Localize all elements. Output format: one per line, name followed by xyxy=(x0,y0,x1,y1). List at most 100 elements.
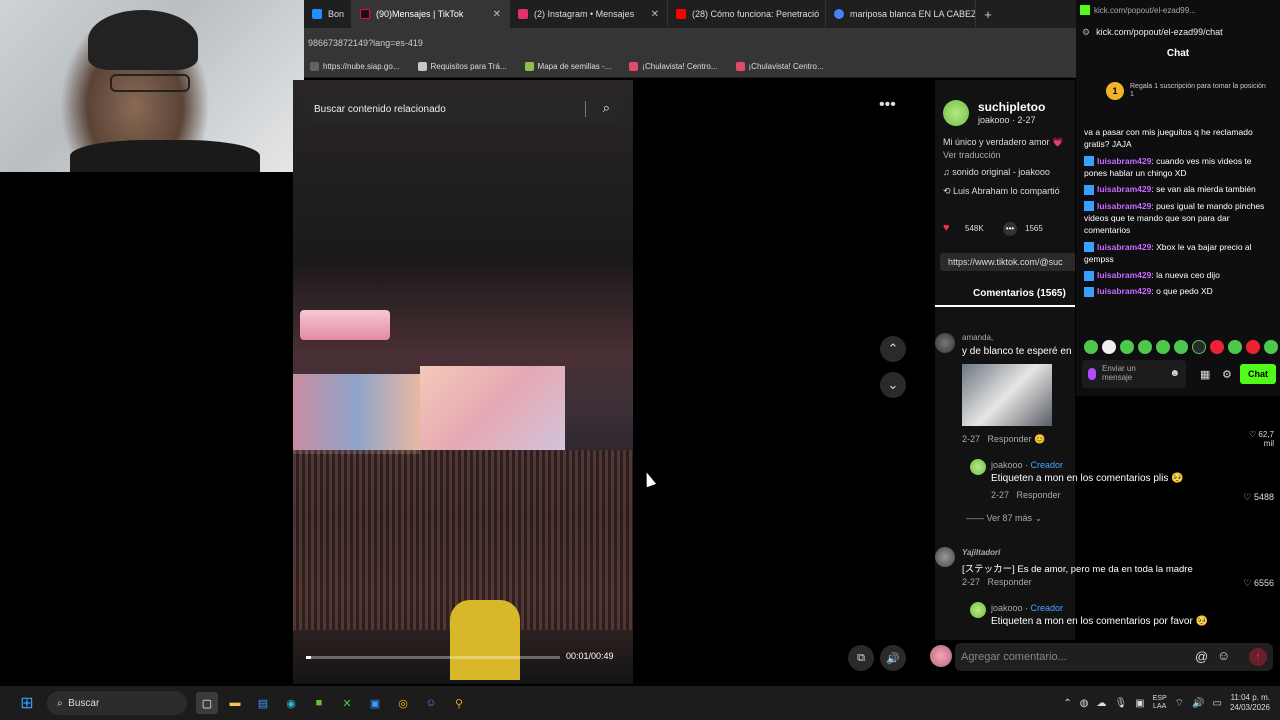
chat-username[interactable]: luisabram429 xyxy=(1097,184,1151,194)
cloud-icon[interactable]: ☁ xyxy=(1096,698,1106,709)
emoji-icon[interactable]: ☻ xyxy=(1169,368,1180,379)
clock[interactable]: 11:04 p. m. 24/03/2026 xyxy=(1230,693,1270,712)
tab-2[interactable]: (90)Mensajes | TikTok ✕ xyxy=(352,0,510,28)
reply-avatar[interactable] xyxy=(970,459,986,475)
reply-author[interactable]: joakooo xyxy=(991,460,1023,470)
comment-image[interactable] xyxy=(962,364,1052,426)
my-avatar[interactable] xyxy=(930,645,952,667)
chat-send-button[interactable]: Chat xyxy=(1240,364,1276,384)
store-icon[interactable]: ▤ xyxy=(252,692,274,714)
view-more-replies[interactable]: —— Ver 87 más ⌄ xyxy=(966,513,1042,524)
chevron-down-icon[interactable]: ⌄ xyxy=(880,372,906,398)
sound-row[interactable]: ♫ sonido original - joakooo xyxy=(943,167,1050,177)
emote-icon[interactable] xyxy=(1210,340,1224,354)
author-avatar[interactable] xyxy=(943,100,969,126)
xbox-icon[interactable]: ✕ xyxy=(336,692,358,714)
comment-likes[interactable]: ♡ 6556 xyxy=(1230,578,1274,589)
reply-author[interactable]: joakooo xyxy=(991,603,1023,613)
taskbar-search[interactable]: ⌕ Buscar xyxy=(47,691,187,715)
bookmark-item[interactable]: ¡Chulavista! Centro... xyxy=(629,62,718,71)
chrome-icon[interactable]: ◎ xyxy=(392,692,414,714)
emote-icon[interactable] xyxy=(1138,340,1152,354)
emote-icon[interactable] xyxy=(1084,340,1098,354)
chat-username[interactable]: luisabram429 xyxy=(1097,270,1151,280)
emote-icon[interactable] xyxy=(1246,340,1260,354)
kick-address-bar[interactable]: ⚙ kick.com/popout/el-ezad99/chat xyxy=(1076,20,1280,44)
discord-icon[interactable]: ☺ xyxy=(420,692,442,714)
tab-3[interactable]: (2) Instagram • Mensajes ✕ xyxy=(510,0,668,28)
gift-sub-text[interactable]: Regala 1 suscripción para tomar la posic… xyxy=(1130,83,1270,100)
emote-icon[interactable] xyxy=(1264,340,1278,354)
heart-icon[interactable]: ♥ xyxy=(943,222,950,234)
wifi-icon[interactable]: ⌔ xyxy=(1175,697,1184,710)
bookmark-item[interactable]: Mapa de semillas -... xyxy=(524,62,611,71)
comment-likes[interactable]: ♡ 62,7 mil xyxy=(1238,430,1274,448)
tab-1[interactable]: Bon ✕ xyxy=(304,0,352,28)
related-search-input[interactable]: Buscar contenido relacionado ⌕ xyxy=(306,96,622,122)
emote-icon[interactable] xyxy=(1102,340,1116,354)
volume-icon[interactable]: 🔊 xyxy=(1192,698,1204,709)
mention-icon[interactable]: @ xyxy=(1195,649,1208,664)
tray-app-icon[interactable]: ▣ xyxy=(1135,698,1144,709)
reply-avatar[interactable] xyxy=(970,602,986,618)
comment-avatar[interactable] xyxy=(935,547,955,567)
tab-5[interactable]: mariposa blanca EN LA CABEZ ✕ xyxy=(826,0,976,28)
chat-username[interactable]: luisabram429 xyxy=(1097,201,1151,211)
file-explorer-icon[interactable]: ▬ xyxy=(224,692,246,714)
add-comment-input[interactable]: Agregar comentario... @ ☺ ↑ xyxy=(955,643,1273,671)
comment-author[interactable]: amanda, xyxy=(962,333,993,342)
language-indicator[interactable]: ESP LAA xyxy=(1153,695,1167,710)
chat-message-input[interactable]: Enviar un mensaje ☻ xyxy=(1082,360,1186,388)
comment-author[interactable]: Yajiltadori xyxy=(962,548,1000,557)
search-icon[interactable]: ⌕ xyxy=(603,100,610,116)
post-link-field[interactable]: https://www.tiktok.com/@suc xyxy=(940,253,1075,271)
gift-rank-icon: 1 xyxy=(1106,82,1124,100)
task-view-icon[interactable]: ▢ xyxy=(196,692,218,714)
volume-icon[interactable]: 🔊 xyxy=(880,645,906,671)
emote-icon[interactable] xyxy=(1228,340,1242,354)
bookmark-item[interactable]: ¡Chulavista! Centro... xyxy=(735,62,824,71)
chat-username[interactable]: luisabram429 xyxy=(1097,286,1151,296)
comment-avatar[interactable] xyxy=(935,333,955,353)
reply-button[interactable]: Responder xyxy=(988,577,1032,587)
translate-link[interactable]: Ver traducción xyxy=(943,150,1001,160)
chevron-up-icon[interactable]: ⌃ xyxy=(1063,698,1071,709)
close-icon[interactable]: ✕ xyxy=(651,9,659,20)
minecraft-icon[interactable]: ■ xyxy=(308,692,330,714)
reply-button[interactable]: Responder xyxy=(988,434,1032,444)
microphone-icon[interactable]: 🎙 xyxy=(1114,698,1127,709)
new-tab-button[interactable]: + xyxy=(976,7,1000,22)
edge-icon[interactable]: ◉ xyxy=(280,692,302,714)
emote-icon[interactable] xyxy=(1192,340,1206,354)
emoji-icon[interactable]: ☺ xyxy=(1217,648,1230,663)
tab-comments[interactable]: Comentarios (1565) xyxy=(973,288,1066,299)
obs-icon[interactable]: ⚲ xyxy=(448,692,470,714)
address-bar[interactable]: 986673872149?lang=es-419 xyxy=(304,28,1076,56)
battery-icon[interactable]: ▭ xyxy=(1213,698,1222,709)
gear-icon[interactable]: ⚙ xyxy=(1222,368,1232,381)
floating-player-icon[interactable]: ⧉ xyxy=(848,645,874,671)
emote-icon[interactable] xyxy=(1120,340,1134,354)
send-icon[interactable]: ↑ xyxy=(1249,648,1267,666)
close-icon[interactable]: ✕ xyxy=(493,9,501,20)
reply-likes[interactable]: ♡ 5488 xyxy=(1230,492,1274,503)
microphone-icon[interactable] xyxy=(1088,368,1096,380)
chat-username[interactable]: luisabram429 xyxy=(1097,156,1151,166)
windows-start-icon[interactable]: ⊞ xyxy=(16,692,38,714)
terminal-icon[interactable]: ▣ xyxy=(364,692,386,714)
store-icon[interactable]: ▦ xyxy=(1200,368,1210,381)
emote-icon[interactable] xyxy=(1174,340,1188,354)
chevron-up-icon[interactable]: ⌃ xyxy=(880,336,906,362)
bookmark-item[interactable]: Requisitos para Trá... xyxy=(417,62,507,71)
comment-meta: 2-27 Responder 😊 xyxy=(962,434,1045,445)
emote-icon[interactable] xyxy=(1156,340,1170,354)
video-progress-bar[interactable] xyxy=(306,656,560,659)
bookmark-item[interactable]: https://nube.siap.go... xyxy=(310,62,400,71)
tab-4[interactable]: (28) Cómo funciona: Penetració ✕ xyxy=(668,0,826,28)
chat-username[interactable]: luisabram429 xyxy=(1097,242,1151,252)
author-username[interactable]: suchipletoo xyxy=(978,100,1045,114)
tray-app-icon[interactable]: ◍ xyxy=(1080,698,1089,709)
reply-button[interactable]: Responder xyxy=(1017,490,1061,500)
more-options-icon[interactable]: ••• xyxy=(879,96,896,114)
comment-icon[interactable]: ••• xyxy=(1003,222,1017,236)
